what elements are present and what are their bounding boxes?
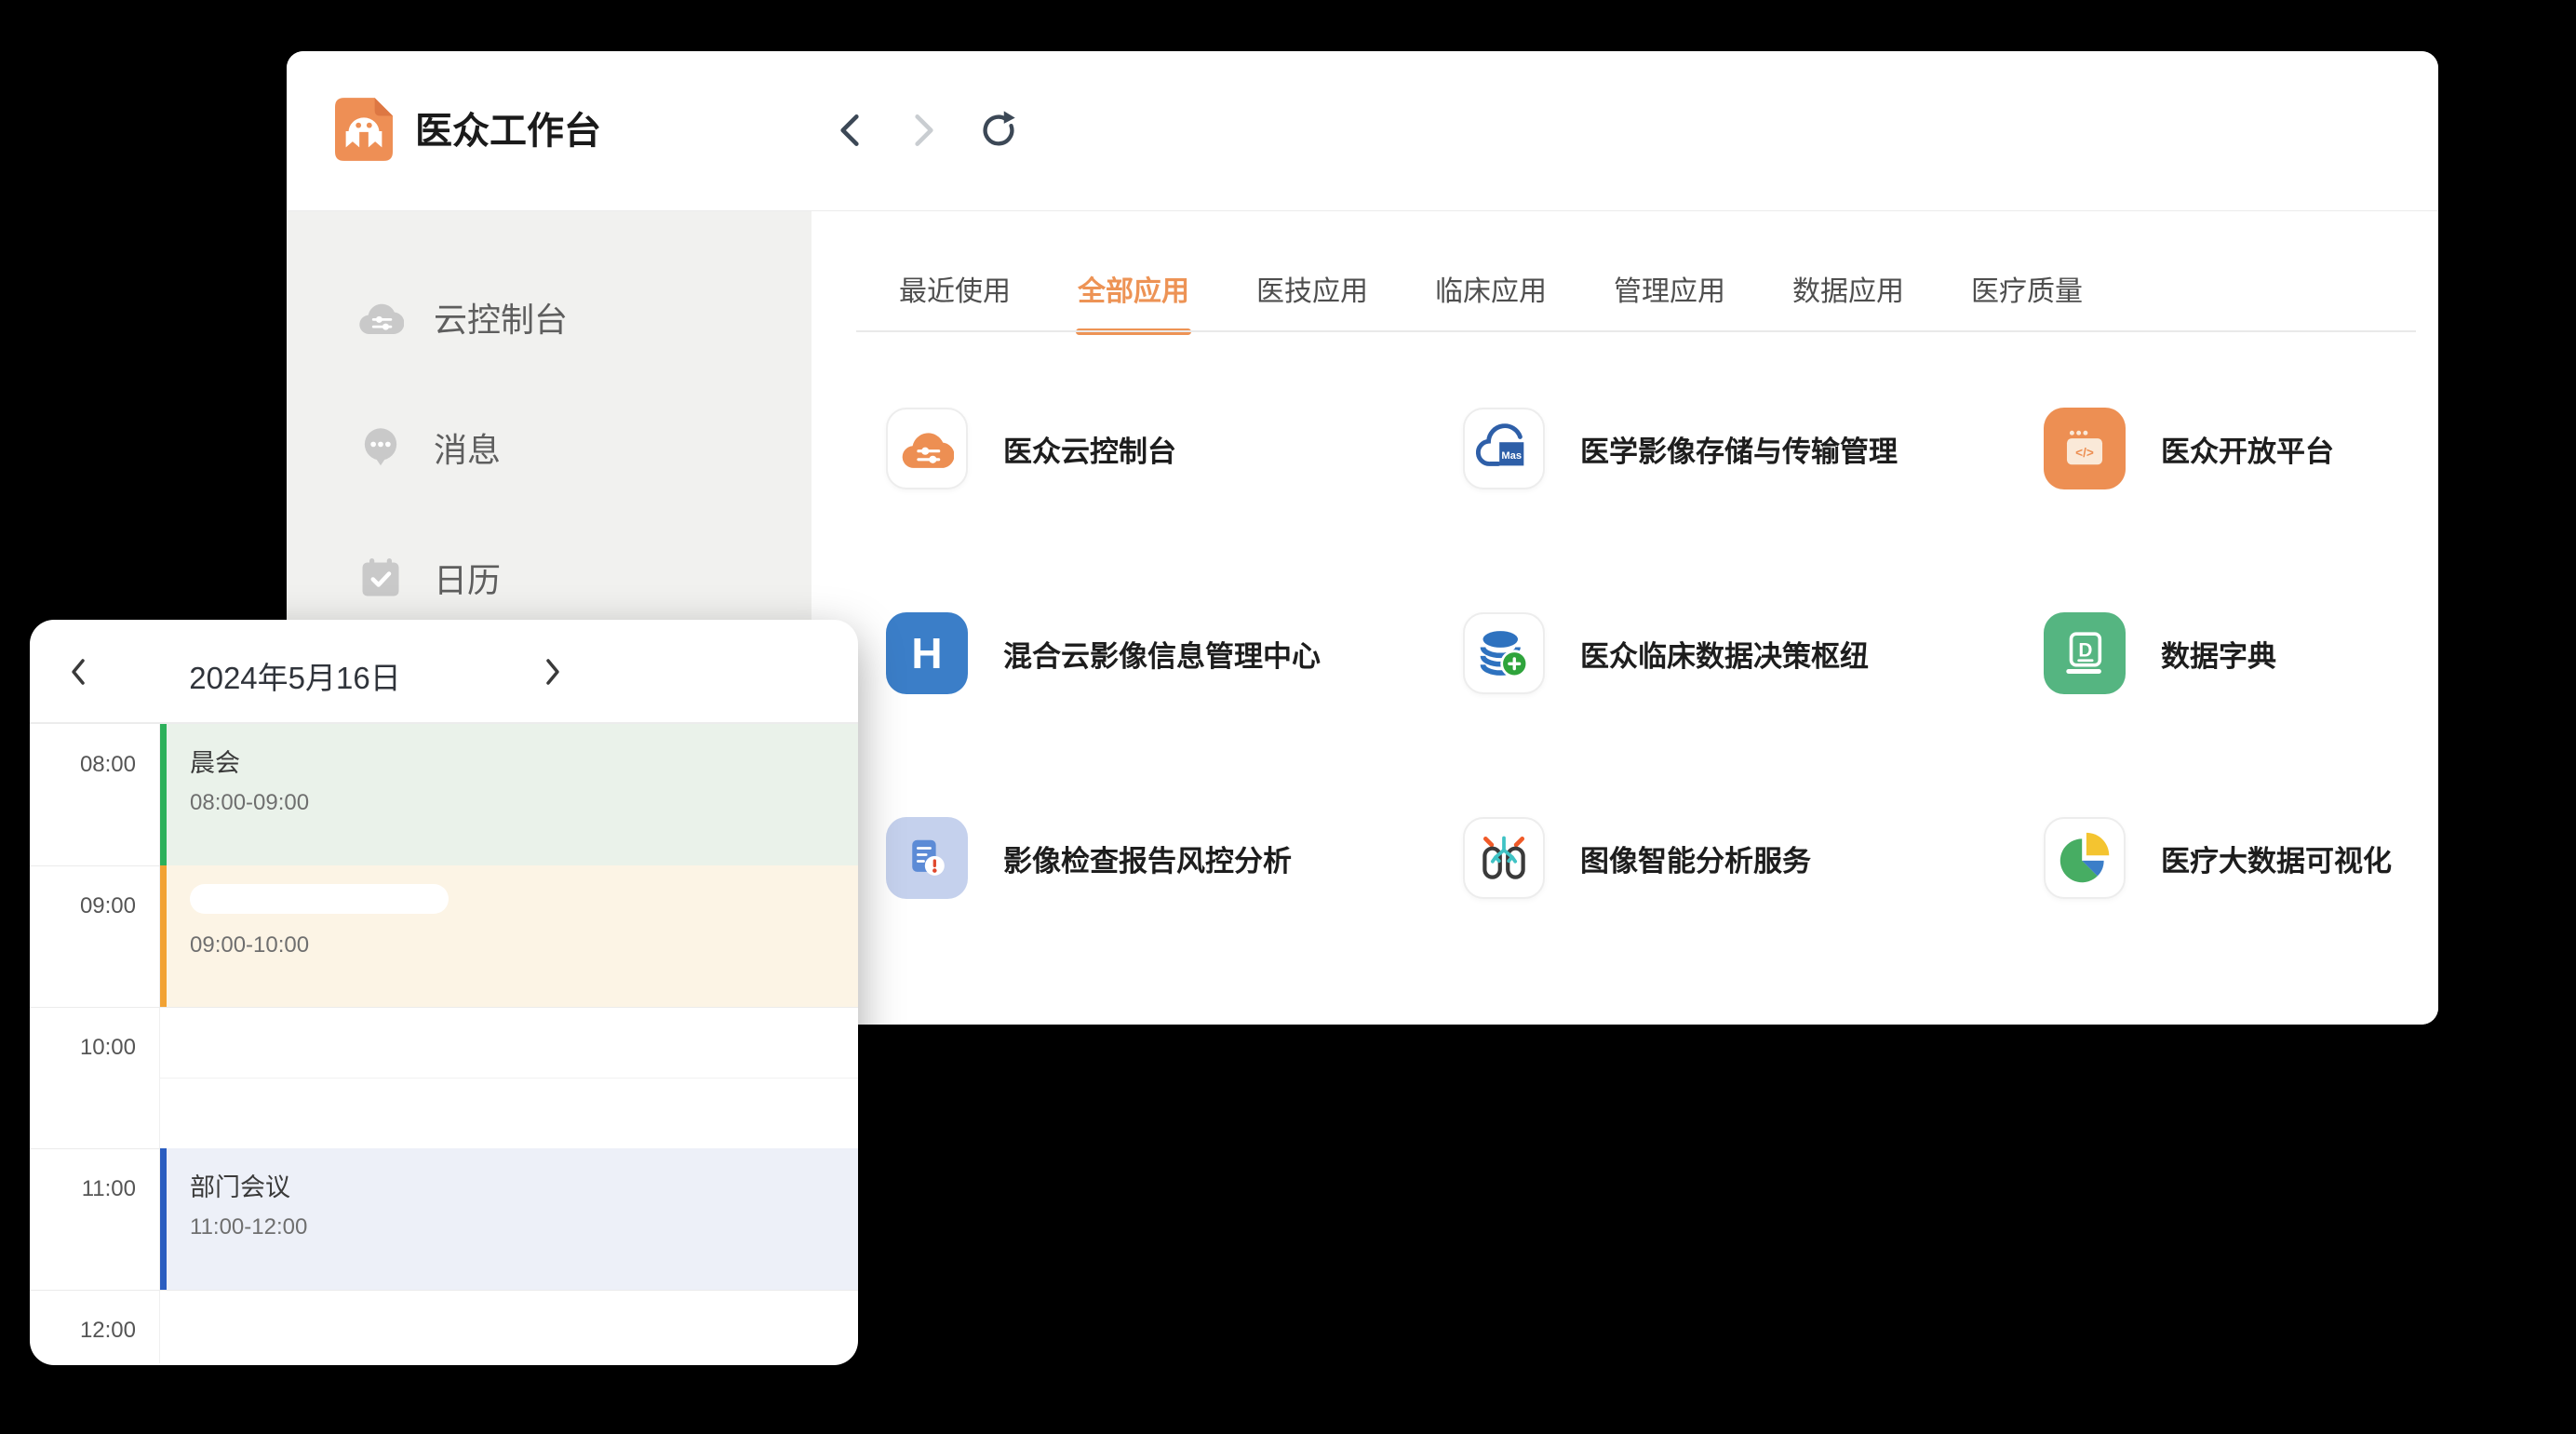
refresh-icon (977, 109, 1020, 152)
calendar-event-morning-meeting[interactable]: 晨会 08:00-09:00 (160, 724, 858, 865)
code-window-icon: </> (2044, 408, 2126, 489)
svg-text:</>: </> (2075, 446, 2094, 460)
chevron-right-icon (539, 655, 567, 689)
chevron-left-icon (64, 655, 92, 689)
app-label: 医众云控制台 (1003, 428, 1176, 470)
app-cloud-console[interactable]: 医众云控制台 (886, 408, 1176, 489)
calendar-header: 2024年5月16日 (30, 620, 858, 724)
hour-gridline (30, 1290, 858, 1291)
event-time-range: 08:00-09:00 (190, 790, 858, 816)
chevron-right-icon (907, 110, 941, 151)
mas-cloud-icon: Mas (1463, 408, 1545, 489)
hour-gridline (30, 1007, 858, 1008)
dictionary-icon: D (2044, 612, 2126, 694)
calendar-event-redacted[interactable]: 09:00-10:00 (160, 865, 858, 1007)
cloud-settings-icon (886, 408, 968, 489)
calendar-prev-day-button[interactable] (58, 651, 99, 692)
event-title: 部门会议 (190, 1167, 858, 1203)
tab-admin-apps[interactable]: 管理应用 (1614, 276, 1725, 308)
window-header: 医众工作台 (287, 51, 2438, 211)
app-label: 医众临床数据决策枢纽 (1580, 633, 1869, 675)
calendar-icon (357, 555, 404, 601)
svg-text:Mas: Mas (1501, 450, 1522, 462)
app-open-platform[interactable]: </> 医众开放平台 (2044, 408, 2334, 489)
app-label: 医学影像存储与传输管理 (1580, 428, 1898, 470)
event-title: 晨会 (190, 743, 858, 779)
app-label: 医众开放平台 (2161, 428, 2334, 470)
window-title: 医众工作台 (415, 103, 601, 159)
sidebar-item-label: 消息 (434, 423, 501, 472)
tab-recent[interactable]: 最近使用 (899, 276, 1011, 308)
time-label: 10:00 (30, 1035, 136, 1061)
calendar-next-day-button[interactable] (532, 651, 573, 692)
app-label: 影像检查报告风控分析 (1003, 838, 1292, 879)
sidebar-item-cloud-console[interactable]: 云控制台 (357, 291, 812, 343)
tab-bar: 最近使用 全部应用 医技应用 临床应用 管理应用 数据应用 医疗质量 (899, 276, 2083, 308)
app-big-data-visualization[interactable]: 医疗大数据可视化 (2044, 817, 2392, 899)
app-label: 数据字典 (2161, 633, 2276, 675)
sidebar-item-label: 云控制台 (434, 293, 568, 342)
letter-h-icon: H (886, 612, 968, 694)
chevron-left-icon (833, 110, 866, 151)
calendar-date-label: 2024年5月16日 (141, 653, 449, 698)
sidebar-item-messages[interactable]: 消息 (357, 422, 812, 474)
event-color-bar (160, 865, 167, 1007)
half-hour-gridline (160, 1078, 858, 1079)
event-color-bar (160, 1148, 167, 1290)
app-content: 最近使用 全部应用 医技应用 临床应用 管理应用 数据应用 医疗质量 (812, 211, 2438, 1025)
app-label: 混合云影像信息管理中心 (1003, 633, 1321, 675)
tab-quality[interactable]: 医疗质量 (1971, 276, 2083, 308)
app-logo-icon (335, 98, 393, 161)
time-label: 09:00 (30, 893, 136, 919)
database-plus-icon (1463, 612, 1545, 694)
tab-clinical-apps[interactable]: 临床应用 (1435, 276, 1547, 308)
event-time-range: 09:00-10:00 (190, 932, 858, 958)
time-label: 11:00 (30, 1176, 136, 1202)
app-medical-imaging-pacs[interactable]: Mas 医学影像存储与传输管理 (1463, 408, 1898, 489)
lungs-icon (1463, 817, 1545, 899)
nav-refresh-button[interactable] (977, 109, 1020, 152)
sidebar-item-calendar[interactable]: 日历 (357, 552, 812, 604)
app-label: 图像智能分析服务 (1580, 838, 1811, 879)
app-report-risk-analysis[interactable]: 影像检查报告风控分析 (886, 817, 1292, 899)
event-title-redacted-pill (190, 884, 449, 914)
tab-all-apps[interactable]: 全部应用 (1078, 276, 1189, 308)
tab-data-apps[interactable]: 数据应用 (1792, 276, 1904, 308)
event-color-bar (160, 724, 167, 865)
app-label: 医疗大数据可视化 (2161, 838, 2392, 879)
calendar-panel: 2024年5月16日 08:00 09:00 10:00 11:00 12:00… (30, 620, 858, 1365)
cloud-console-icon (357, 294, 404, 341)
app-image-ai-analysis[interactable]: 图像智能分析服务 (1463, 817, 1811, 899)
svg-text:D: D (2078, 640, 2092, 662)
nav-back-button[interactable] (828, 109, 871, 152)
time-label: 08:00 (30, 752, 136, 778)
sidebar-item-label: 日历 (434, 554, 501, 602)
tab-divider (856, 330, 2416, 332)
calendar-event-department-meeting[interactable]: 部门会议 11:00-12:00 (160, 1148, 858, 1290)
calendar-day-grid: 08:00 09:00 10:00 11:00 12:00 晨会 08:00-0… (30, 724, 858, 1363)
pie-chart-icon (2044, 817, 2126, 899)
app-clinical-data-hub[interactable]: 医众临床数据决策枢纽 (1463, 612, 1869, 694)
report-alert-icon (886, 817, 968, 899)
app-data-dictionary[interactable]: D 数据字典 (2044, 612, 2276, 694)
time-label: 12:00 (30, 1318, 136, 1344)
nav-forward-button[interactable] (903, 109, 946, 152)
message-icon (357, 424, 404, 471)
app-hybrid-cloud-imaging[interactable]: H 混合云影像信息管理中心 (886, 612, 1321, 694)
event-time-range: 11:00-12:00 (190, 1214, 858, 1240)
tab-medtech-apps[interactable]: 医技应用 (1256, 276, 1368, 308)
